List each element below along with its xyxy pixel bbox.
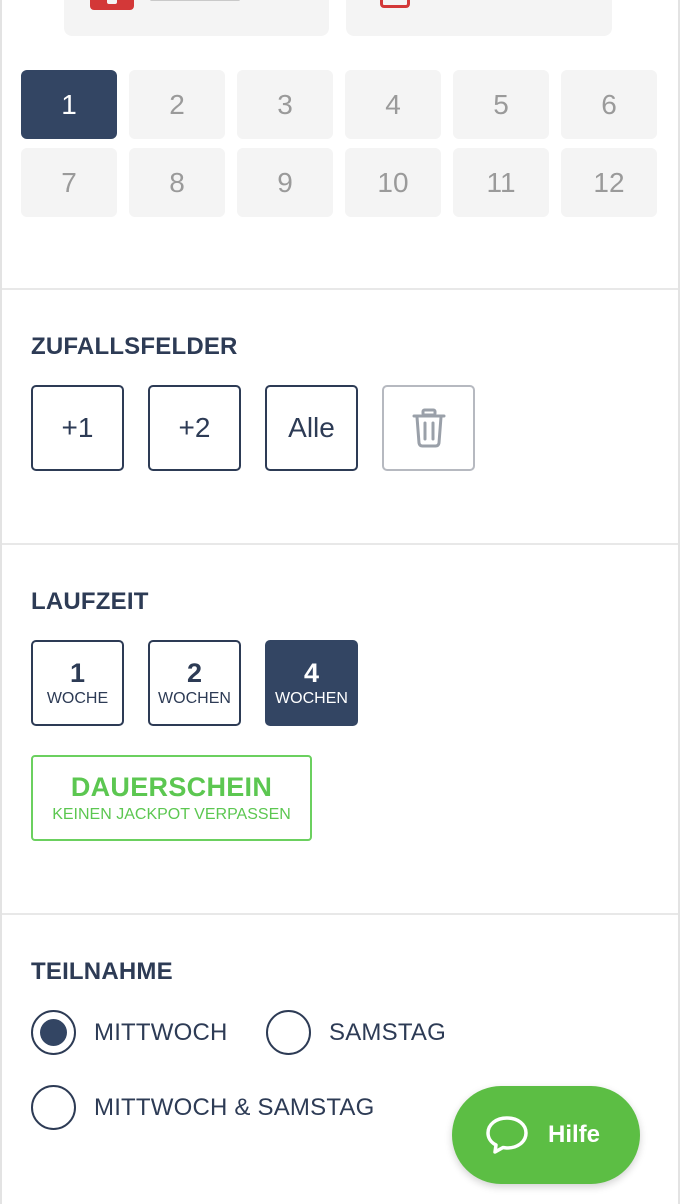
dauerschein-subtitle: KEINEN JACKPOT VERPASSEN	[52, 805, 291, 823]
duration-value: 2	[186, 658, 203, 688]
section-divider	[2, 288, 678, 290]
chat-bubble-icon	[486, 1116, 528, 1154]
duration-value: 1	[69, 658, 86, 688]
duration-4-weeks-button[interactable]: 4 WOCHEN	[265, 640, 358, 726]
radio-label: MITTWOCH & SAMSTAG	[94, 1093, 375, 1121]
radio-label: SAMSTAG	[329, 1018, 446, 1046]
random-all-button[interactable]: Alle	[265, 385, 358, 471]
duration-2-weeks-button[interactable]: 2 WOCHEN	[148, 640, 241, 726]
calendar-icon	[380, 0, 410, 8]
number-cell[interactable]: 8	[129, 148, 225, 217]
number-cell[interactable]: 4	[345, 70, 441, 139]
duration-unit: WOCHEN	[158, 690, 231, 707]
section-divider	[2, 543, 678, 545]
laufzeit-title: LAUFZEIT	[31, 588, 149, 615]
duration-unit: WOCHE	[46, 690, 109, 707]
radio-circle[interactable]	[31, 1010, 76, 1055]
top-button-label-fragment	[150, 0, 240, 1]
section-divider	[2, 913, 678, 915]
radio-label: MITTWOCH	[94, 1018, 228, 1046]
radio-mittwoch[interactable]: MITTWOCH	[31, 1010, 228, 1055]
duration-value: 4	[303, 658, 320, 688]
number-cell[interactable]: 2	[129, 70, 225, 139]
radio-mittwoch-samstag[interactable]: MITTWOCH & SAMSTAG	[31, 1085, 374, 1130]
dauerschein-title: DAUERSCHEIN	[70, 771, 273, 802]
duration-unit: WOCHEN	[275, 690, 348, 707]
help-button[interactable]: Hilfe	[452, 1086, 640, 1184]
random-plus-one-button[interactable]: +1	[31, 385, 124, 471]
number-cell[interactable]: 12	[561, 148, 657, 217]
number-cell[interactable]: 11	[453, 148, 549, 217]
number-cell[interactable]: 10	[345, 148, 441, 217]
top-quick-button-left[interactable]	[64, 0, 329, 36]
number-grid: 1 2 3 4 5 6 7 8 9 10 11 12	[21, 70, 657, 217]
number-cell[interactable]: 1	[21, 70, 117, 139]
duration-1-week-button[interactable]: 1 WOCHE	[31, 640, 124, 726]
help-label: Hilfe	[548, 1121, 601, 1148]
number-cell[interactable]: 7	[21, 148, 117, 217]
top-quick-button-right[interactable]	[346, 0, 612, 36]
teilnahme-title: TEILNAHME	[31, 958, 173, 985]
number-cell[interactable]: 5	[453, 70, 549, 139]
random-plus-two-button[interactable]: +2	[148, 385, 241, 471]
trash-icon	[412, 408, 445, 448]
radio-samstag[interactable]: SAMSTAG	[266, 1010, 446, 1055]
radio-circle[interactable]	[31, 1085, 76, 1130]
dauerschein-button[interactable]: DAUERSCHEIN KEINEN JACKPOT VERPASSEN	[31, 755, 312, 841]
number-cell[interactable]: 6	[561, 70, 657, 139]
number-cell[interactable]: 3	[237, 70, 333, 139]
calendar-icon	[90, 0, 134, 10]
radio-selected-dot	[40, 1019, 67, 1046]
number-cell[interactable]: 9	[237, 148, 333, 217]
radio-circle[interactable]	[266, 1010, 311, 1055]
delete-button[interactable]	[382, 385, 475, 471]
zufallsfelder-title: ZUFALLSFELDER	[31, 333, 238, 360]
